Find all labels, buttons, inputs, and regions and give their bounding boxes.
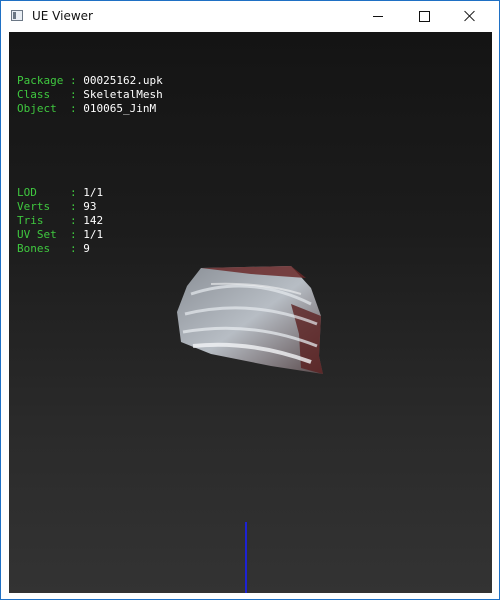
- info-value: 1/1: [83, 186, 104, 199]
- info-key: Tris: [17, 214, 44, 227]
- info-value: 1/1: [83, 228, 104, 241]
- info-key: Bones: [17, 242, 51, 255]
- title-bar[interactable]: UE Viewer: [1, 1, 499, 31]
- info-key: Verts: [17, 200, 51, 213]
- axis-line: [245, 522, 247, 593]
- 3d-viewport[interactable]: Package : 00025162.upk Class : SkeletalMe…: [9, 32, 492, 593]
- info-separator: :: [56, 102, 84, 115]
- info-value: SkeletalMesh: [83, 88, 163, 101]
- info-key: UV Set: [17, 228, 57, 241]
- maximize-icon: [418, 10, 430, 22]
- info-row: UV Set : 1/1: [17, 228, 163, 242]
- close-button[interactable]: [447, 1, 493, 31]
- info-value: 010065_JinM: [83, 102, 157, 115]
- window-title: UE Viewer: [32, 9, 93, 23]
- app-icon[interactable]: [11, 10, 23, 21]
- info-row: Tris : 142: [17, 214, 163, 228]
- info-separator: :: [50, 242, 84, 255]
- close-icon: [464, 10, 476, 22]
- info-row: LOD : 1/1: [17, 186, 163, 200]
- info-separator: :: [56, 228, 84, 241]
- skeletal-mesh-model[interactable]: [171, 264, 331, 376]
- info-key: LOD: [17, 186, 37, 199]
- info-separator: :: [50, 88, 84, 101]
- ue-viewer-window: UE Viewer Package : 00025162.upk Class : …: [0, 0, 500, 600]
- info-key: Class: [17, 88, 51, 101]
- info-row: Bones : 9: [17, 242, 163, 256]
- mesh-info-overlay: Package : 00025162.upk Class : SkeletalMe…: [17, 46, 163, 284]
- info-row: Verts : 93: [17, 200, 163, 214]
- info-row: Object : 010065_JinM: [17, 102, 163, 116]
- info-separator: :: [36, 186, 84, 199]
- info-value: 142: [83, 214, 104, 227]
- info-value: 00025162.upk: [83, 74, 163, 87]
- info-key: Package: [17, 74, 64, 87]
- info-row: Class : SkeletalMesh: [17, 88, 163, 102]
- info-separator: :: [43, 214, 84, 227]
- maximize-button[interactable]: [401, 1, 447, 31]
- info-separator: :: [50, 200, 84, 213]
- minimize-icon: [373, 15, 383, 17]
- info-value: 9: [83, 242, 90, 255]
- info-value: 93: [83, 200, 97, 213]
- info-separator: :: [63, 74, 84, 87]
- info-row: Package : 00025162.upk: [17, 74, 163, 88]
- minimize-button[interactable]: [355, 1, 401, 31]
- info-key: Object: [17, 102, 57, 115]
